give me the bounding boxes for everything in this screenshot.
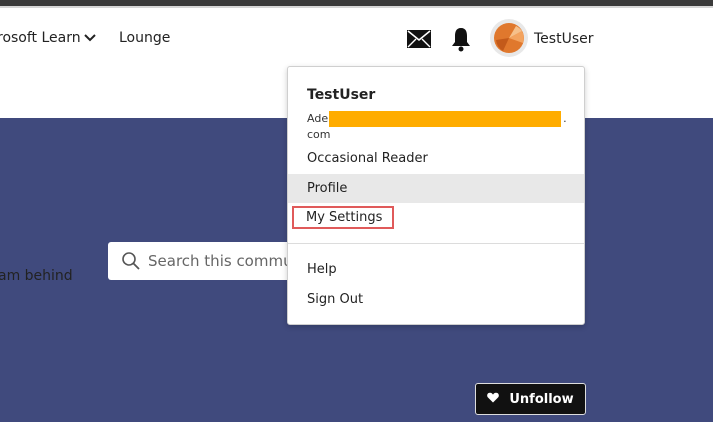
avatar[interactable] bbox=[490, 19, 528, 57]
mail-icon[interactable] bbox=[406, 29, 432, 49]
menu-item-sign-out[interactable]: Sign Out bbox=[288, 285, 584, 314]
bell-icon[interactable] bbox=[451, 26, 471, 52]
user-dropdown-menu: TestUser Ade. com Occasional Reader Prof… bbox=[287, 66, 585, 325]
menu-item-my-settings[interactable]: My Settings bbox=[288, 203, 584, 232]
nav-username[interactable]: TestUser bbox=[534, 31, 593, 47]
menu-item-help[interactable]: Help bbox=[288, 255, 584, 284]
top-window-strip bbox=[0, 0, 713, 8]
nav-microsoft-learn[interactable]: rosoft Learn bbox=[0, 30, 96, 46]
menu-username: TestUser bbox=[307, 87, 376, 103]
menu-divider bbox=[288, 243, 584, 244]
email-redaction bbox=[329, 111, 562, 127]
email-end: . bbox=[563, 112, 567, 125]
hero-description: am behind bbox=[0, 268, 73, 284]
email-line2: com bbox=[307, 128, 331, 141]
email-start: Ade bbox=[307, 112, 329, 125]
nav-lounge[interactable]: Lounge bbox=[119, 30, 170, 46]
top-navigation: rosoft Learn Lounge TestUser bbox=[0, 8, 713, 68]
chevron-down-icon bbox=[83, 30, 96, 46]
menu-email: Ade. com bbox=[307, 111, 567, 143]
nav-learn-label: rosoft Learn bbox=[0, 30, 81, 46]
menu-item-profile[interactable]: Profile bbox=[288, 174, 584, 203]
user-rank: Occasional Reader bbox=[307, 151, 428, 166]
unfollow-label: Unfollow bbox=[509, 391, 574, 407]
my-settings-label: My Settings bbox=[292, 206, 395, 229]
unfollow-button[interactable]: Unfollow bbox=[475, 383, 586, 415]
search-icon bbox=[122, 252, 140, 274]
heart-icon bbox=[487, 392, 500, 407]
